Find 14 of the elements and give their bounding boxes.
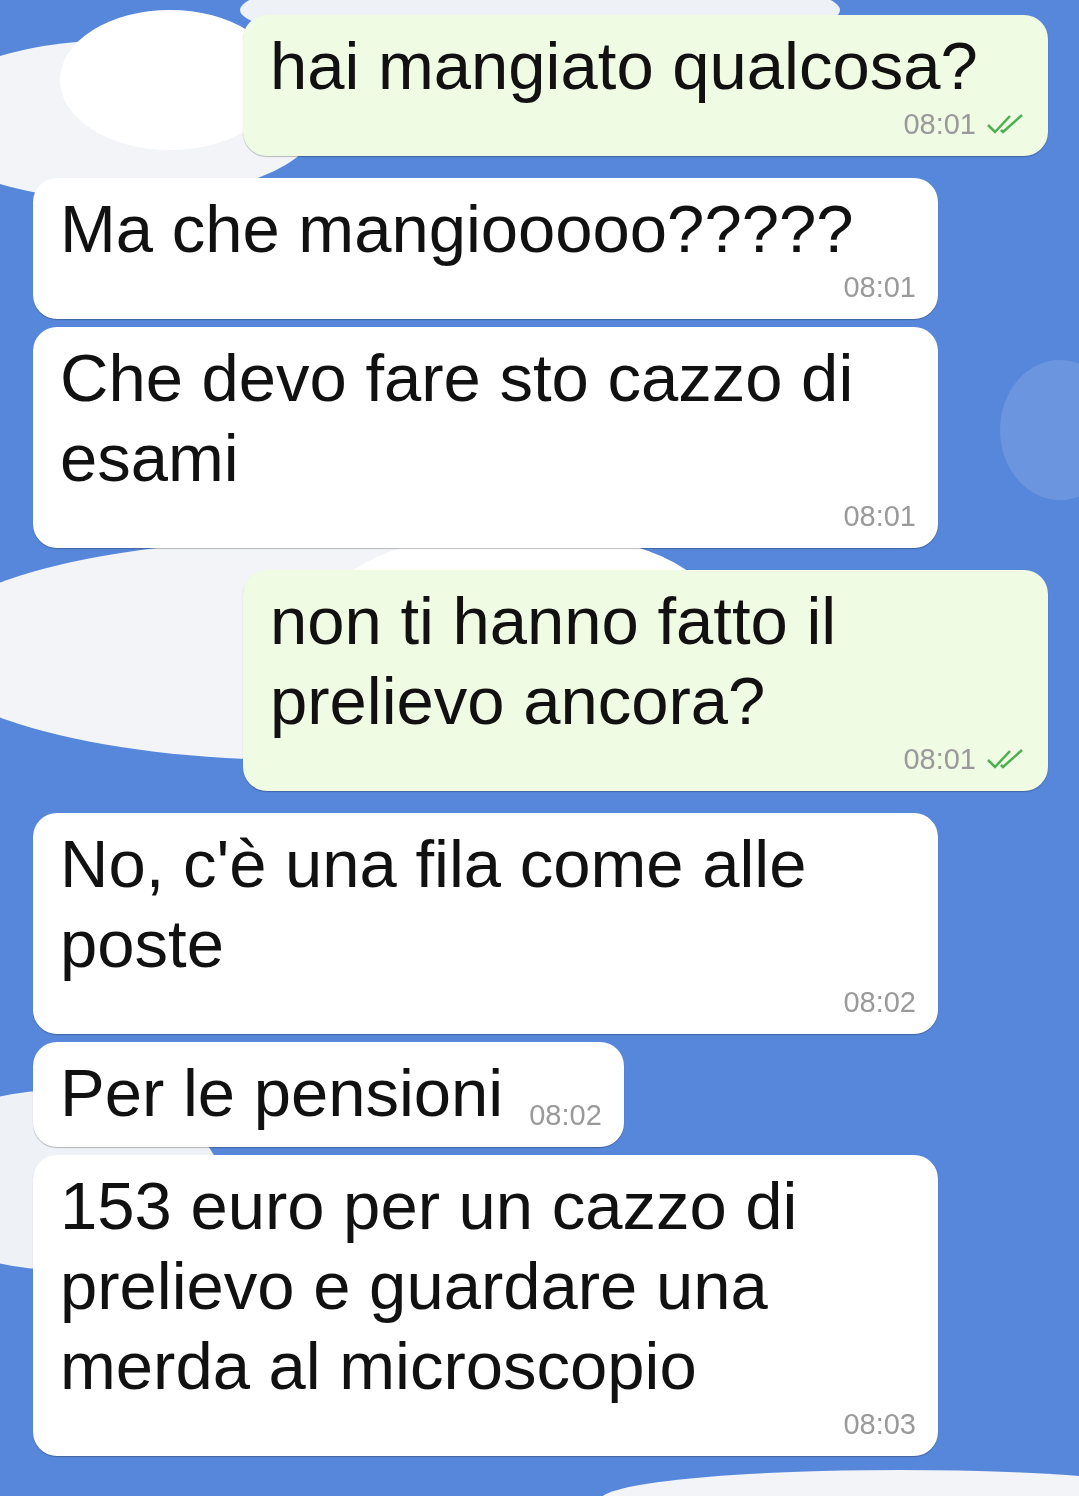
message-time: 08:01: [903, 107, 976, 142]
message-text: No, c'è una fila come alle poste: [60, 825, 808, 983]
message-text: 153 euro per un cazzo di prelievo e guardare una merda al microscopio: [60, 1167, 799, 1405]
message-text: Per le pensioni: [60, 1054, 504, 1132]
message-text: Ma che mangiooooo?????: [60, 190, 854, 268]
message-time: 08:02: [843, 985, 916, 1020]
message-time: 08:01: [843, 499, 916, 534]
message-time: 08:02: [529, 1098, 602, 1133]
message-text: non ti hanno fatto il prelievo ancora?: [270, 582, 838, 740]
message-time: 08:01: [903, 742, 976, 777]
message-time: 08:03: [843, 1407, 916, 1442]
message-time: 08:01: [843, 270, 916, 305]
message-text: hai mangiato qualcosa?: [270, 27, 978, 105]
message-text: Che devo fare sto cazzo di esami: [60, 339, 855, 497]
